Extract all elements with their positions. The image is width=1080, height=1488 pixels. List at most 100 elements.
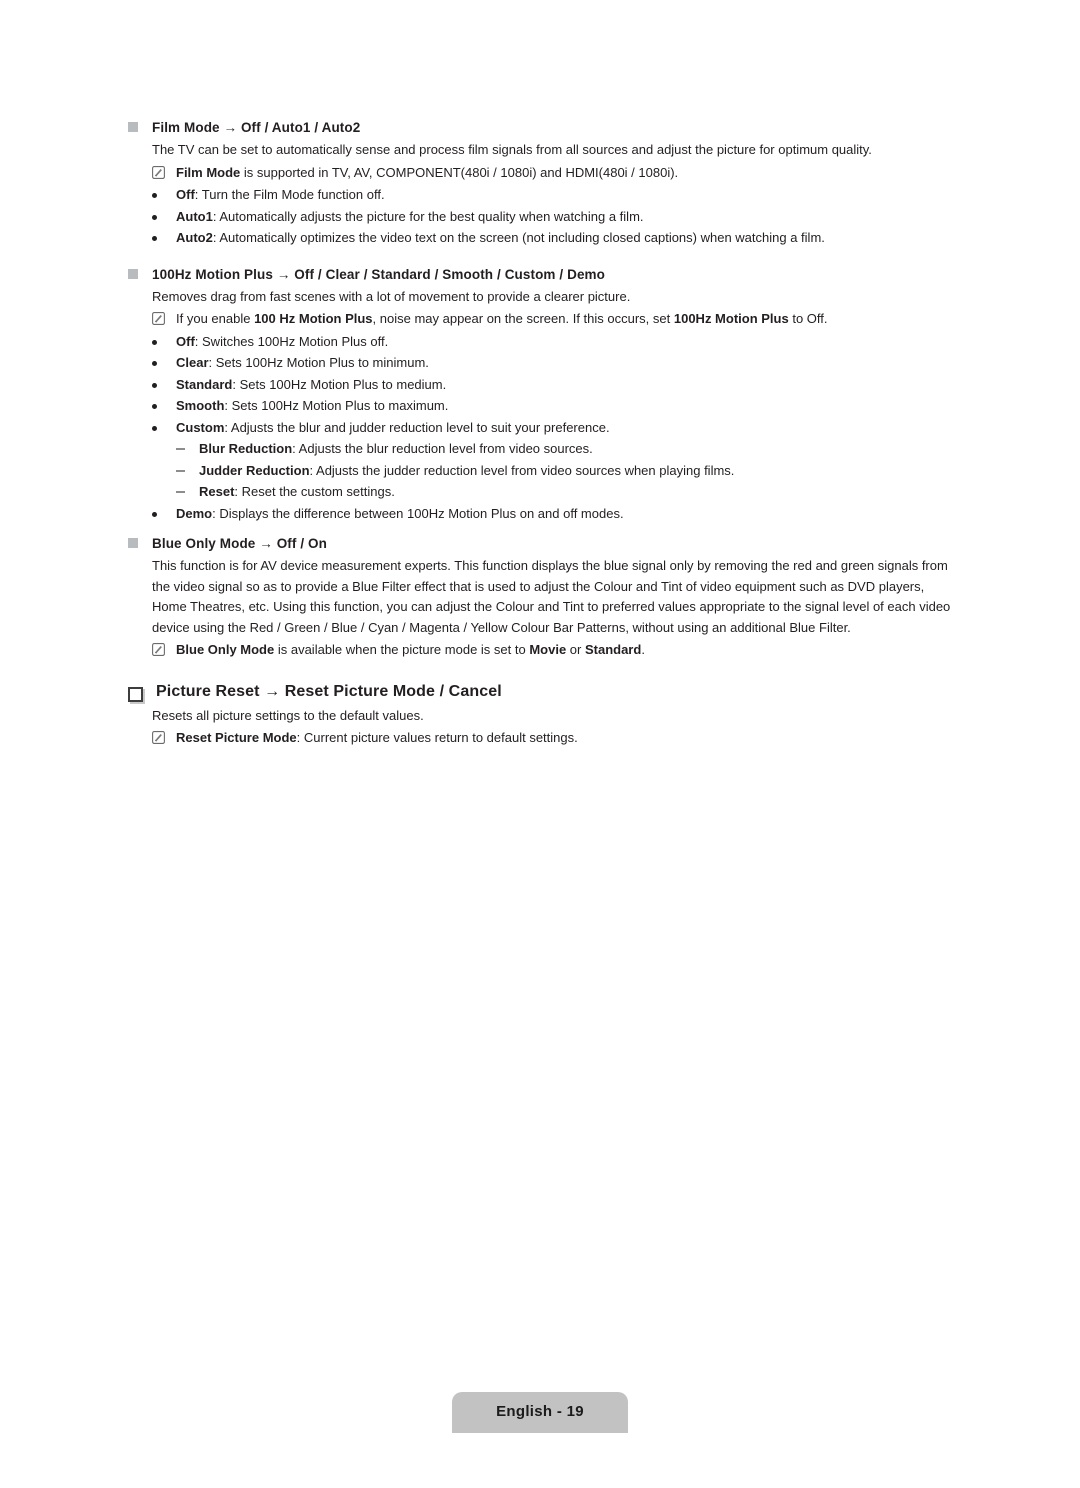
list-item: Smooth: Sets 100Hz Motion Plus to maximu… [128, 396, 956, 417]
list-item: Auto1: Automatically adjusts the picture… [128, 207, 956, 228]
list-item-term: Custom [176, 419, 225, 435]
note-text: If you enable 100 Hz Motion Plus, noise … [176, 309, 956, 330]
note-part-3: or [566, 642, 585, 657]
section-heading-text: Picture Reset → Reset Picture Mode / Can… [156, 682, 502, 700]
document-page: Film Mode → Off / Auto1 / Auto2 The TV c… [0, 0, 1080, 1488]
note-pencil-icon [152, 643, 165, 656]
note-rest-text: is supported in TV, AV, COMPONENT(480i /… [240, 164, 679, 180]
list-item: Demo: Displays the difference between 10… [128, 504, 956, 525]
note-lead-term: Film Mode [176, 164, 241, 180]
dot-bullet-icon [152, 382, 157, 388]
list-item-term: Clear [176, 355, 209, 370]
note-part-3: to Off. [788, 311, 828, 326]
square-bullet-icon [128, 268, 138, 279]
dot-bullet-icon [152, 193, 157, 198]
page-number-tab: English - 19 [452, 1392, 628, 1433]
dot-bullet-icon [152, 339, 157, 345]
sub-list-item-term: Judder Reduction [199, 462, 310, 478]
list-item-text: Off: Switches 100Hz Motion Plus off. [176, 332, 956, 353]
list-item-term: Demo [176, 505, 213, 521]
note-part-4: . [641, 642, 645, 657]
note-row: If you enable 100 Hz Motion Plus, noise … [128, 309, 956, 330]
list-item-term: Auto2 [176, 230, 213, 245]
sub-list-item-desc: : Reset the custom settings. [234, 484, 395, 499]
list-item: Custom: Adjusts the blur and judder redu… [128, 418, 956, 439]
list-item-text: Clear: Sets 100Hz Motion Plus to minimum… [176, 353, 956, 374]
note-bold-2: 100Hz Motion Plus [673, 311, 789, 326]
list-item-desc: : Displays the difference between 100Hz … [212, 505, 624, 521]
sub-list-item-text: Blur Reduction: Adjusts the blur reducti… [199, 439, 956, 460]
section-heading-text: Blue Only Mode → Off / On [152, 536, 328, 551]
list-item-term: Auto1 [176, 208, 213, 224]
note-part-1: If you enable [176, 311, 255, 326]
sub-list-item-desc: : Adjusts the judder reduction level fro… [309, 462, 735, 478]
section-heading-blue-only-mode: Blue Only Mode → Off / On [128, 534, 956, 553]
list-item: Off: Turn the Film Mode function off. [128, 185, 956, 206]
section-heading-text: Film Mode → Off / Auto1 / Auto2 [152, 120, 361, 135]
section-intro-text: The TV can be set to automatically sense… [152, 142, 872, 157]
list-item-text: Custom: Adjusts the blur and judder redu… [176, 418, 956, 439]
list-item-desc: : Sets 100Hz Motion Plus to medium. [232, 376, 447, 392]
section-intro-text: This function is for AV device measureme… [152, 558, 951, 635]
note-text: Reset Picture Mode: Current picture valu… [176, 728, 956, 749]
list-item-text: Standard: Sets 100Hz Motion Plus to medi… [176, 375, 956, 396]
list-item-text: Auto1: Automatically adjusts the picture… [176, 207, 956, 228]
note-row: Film Mode is supported in TV, AV, COMPON… [128, 163, 956, 184]
sub-list-item-text: Judder Reduction: Adjusts the judder red… [199, 461, 956, 482]
sub-list-item: Blur Reduction: Adjusts the blur reducti… [128, 439, 956, 460]
note-text: Blue Only Mode is available when the pic… [176, 640, 956, 661]
list-item-term: Standard [176, 376, 233, 392]
note-bold-1: Reset Picture Mode [176, 730, 297, 745]
sub-list-item-term: Reset [199, 484, 235, 499]
sub-list-item-text: Reset: Reset the custom settings. [199, 482, 956, 503]
list-item-desc: : Switches 100Hz Motion Plus off. [194, 333, 389, 349]
note-pencil-icon [152, 731, 165, 744]
section-heading-text: 100Hz Motion Plus → Off / Clear / Standa… [152, 266, 605, 282]
dot-bullet-icon [152, 214, 157, 220]
note-bold-1: 100 Hz Motion Plus [254, 311, 373, 326]
note-row: Blue Only Mode is available when the pic… [128, 640, 956, 661]
section-motion-plus: 100Hz Motion Plus → Off / Clear / Standa… [128, 265, 956, 525]
sub-list-item-term: Blur Reduction [199, 441, 293, 456]
section-film-mode: Film Mode → Off / Auto1 / Auto2 The TV c… [128, 118, 956, 249]
list-item: Auto2: Automatically optimizes the video… [128, 228, 956, 249]
section-blue-only-mode: Blue Only Mode → Off / On This function … [128, 534, 956, 661]
sub-list-item: Judder Reduction: Adjusts the judder red… [128, 461, 956, 482]
box-bullet-icon [128, 686, 143, 702]
note-bold-3: Standard [584, 642, 642, 657]
square-bullet-icon [128, 122, 138, 132]
note-pencil-icon [152, 165, 165, 179]
dot-bullet-icon [152, 404, 157, 409]
note-text: Film Mode is supported in TV, AV, COMPON… [176, 163, 956, 184]
list-item: Standard: Sets 100Hz Motion Plus to medi… [128, 375, 956, 396]
list-item-term: Off [176, 187, 195, 202]
note-part-2: : Current picture values return to defau… [296, 730, 578, 745]
dash-bullet-icon [176, 469, 185, 472]
section-picture-reset: Picture Reset → Reset Picture Mode / Can… [128, 681, 956, 749]
dash-bullet-icon [176, 448, 185, 450]
sub-list-item: Reset: Reset the custom settings. [128, 482, 956, 503]
list-item: Clear: Sets 100Hz Motion Plus to minimum… [128, 353, 956, 374]
section-heading-motion-plus: 100Hz Motion Plus → Off / Clear / Standa… [128, 265, 956, 284]
note-part-2: is available when the picture mode is se… [274, 642, 530, 657]
dot-bullet-icon [152, 511, 157, 517]
list-item-term: Off [176, 333, 195, 349]
dot-bullet-icon [152, 236, 157, 241]
sub-list-item-desc: : Adjusts the blur reduction level from … [292, 441, 593, 456]
list-item-term: Smooth [176, 398, 225, 413]
note-row: Reset Picture Mode: Current picture valu… [128, 728, 956, 749]
list-item-desc: : Sets 100Hz Motion Plus to minimum. [208, 355, 429, 370]
list-item-text: Demo: Displays the difference between 10… [176, 504, 956, 525]
note-bold-2: Movie [529, 642, 567, 657]
list-item-desc: : Adjusts the blur and judder reduction … [224, 419, 610, 435]
list-item: Off: Switches 100Hz Motion Plus off. [128, 332, 956, 353]
section-intro-text: Removes drag from fast scenes with a lot… [152, 288, 631, 304]
dot-bullet-icon [152, 425, 157, 431]
list-item-text: Off: Turn the Film Mode function off. [176, 185, 956, 206]
note-part-2: , noise may appear on the screen. If thi… [372, 311, 674, 326]
page-footer: English - 19 [0, 1392, 1080, 1433]
square-bullet-icon [128, 538, 138, 548]
dot-bullet-icon [152, 361, 157, 366]
